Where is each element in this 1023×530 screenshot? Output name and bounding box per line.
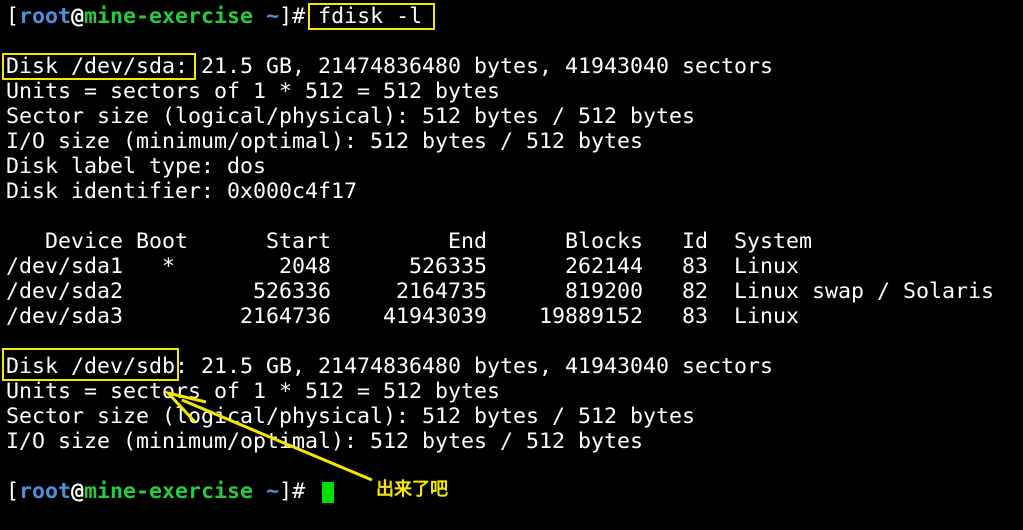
annotation-arrow-icon (163, 390, 373, 482)
annotation-text: 出来了吧 (376, 479, 448, 500)
terminal-window[interactable]: [root@mine-exercise ~]# fdisk -l Disk /d… (0, 0, 1023, 530)
